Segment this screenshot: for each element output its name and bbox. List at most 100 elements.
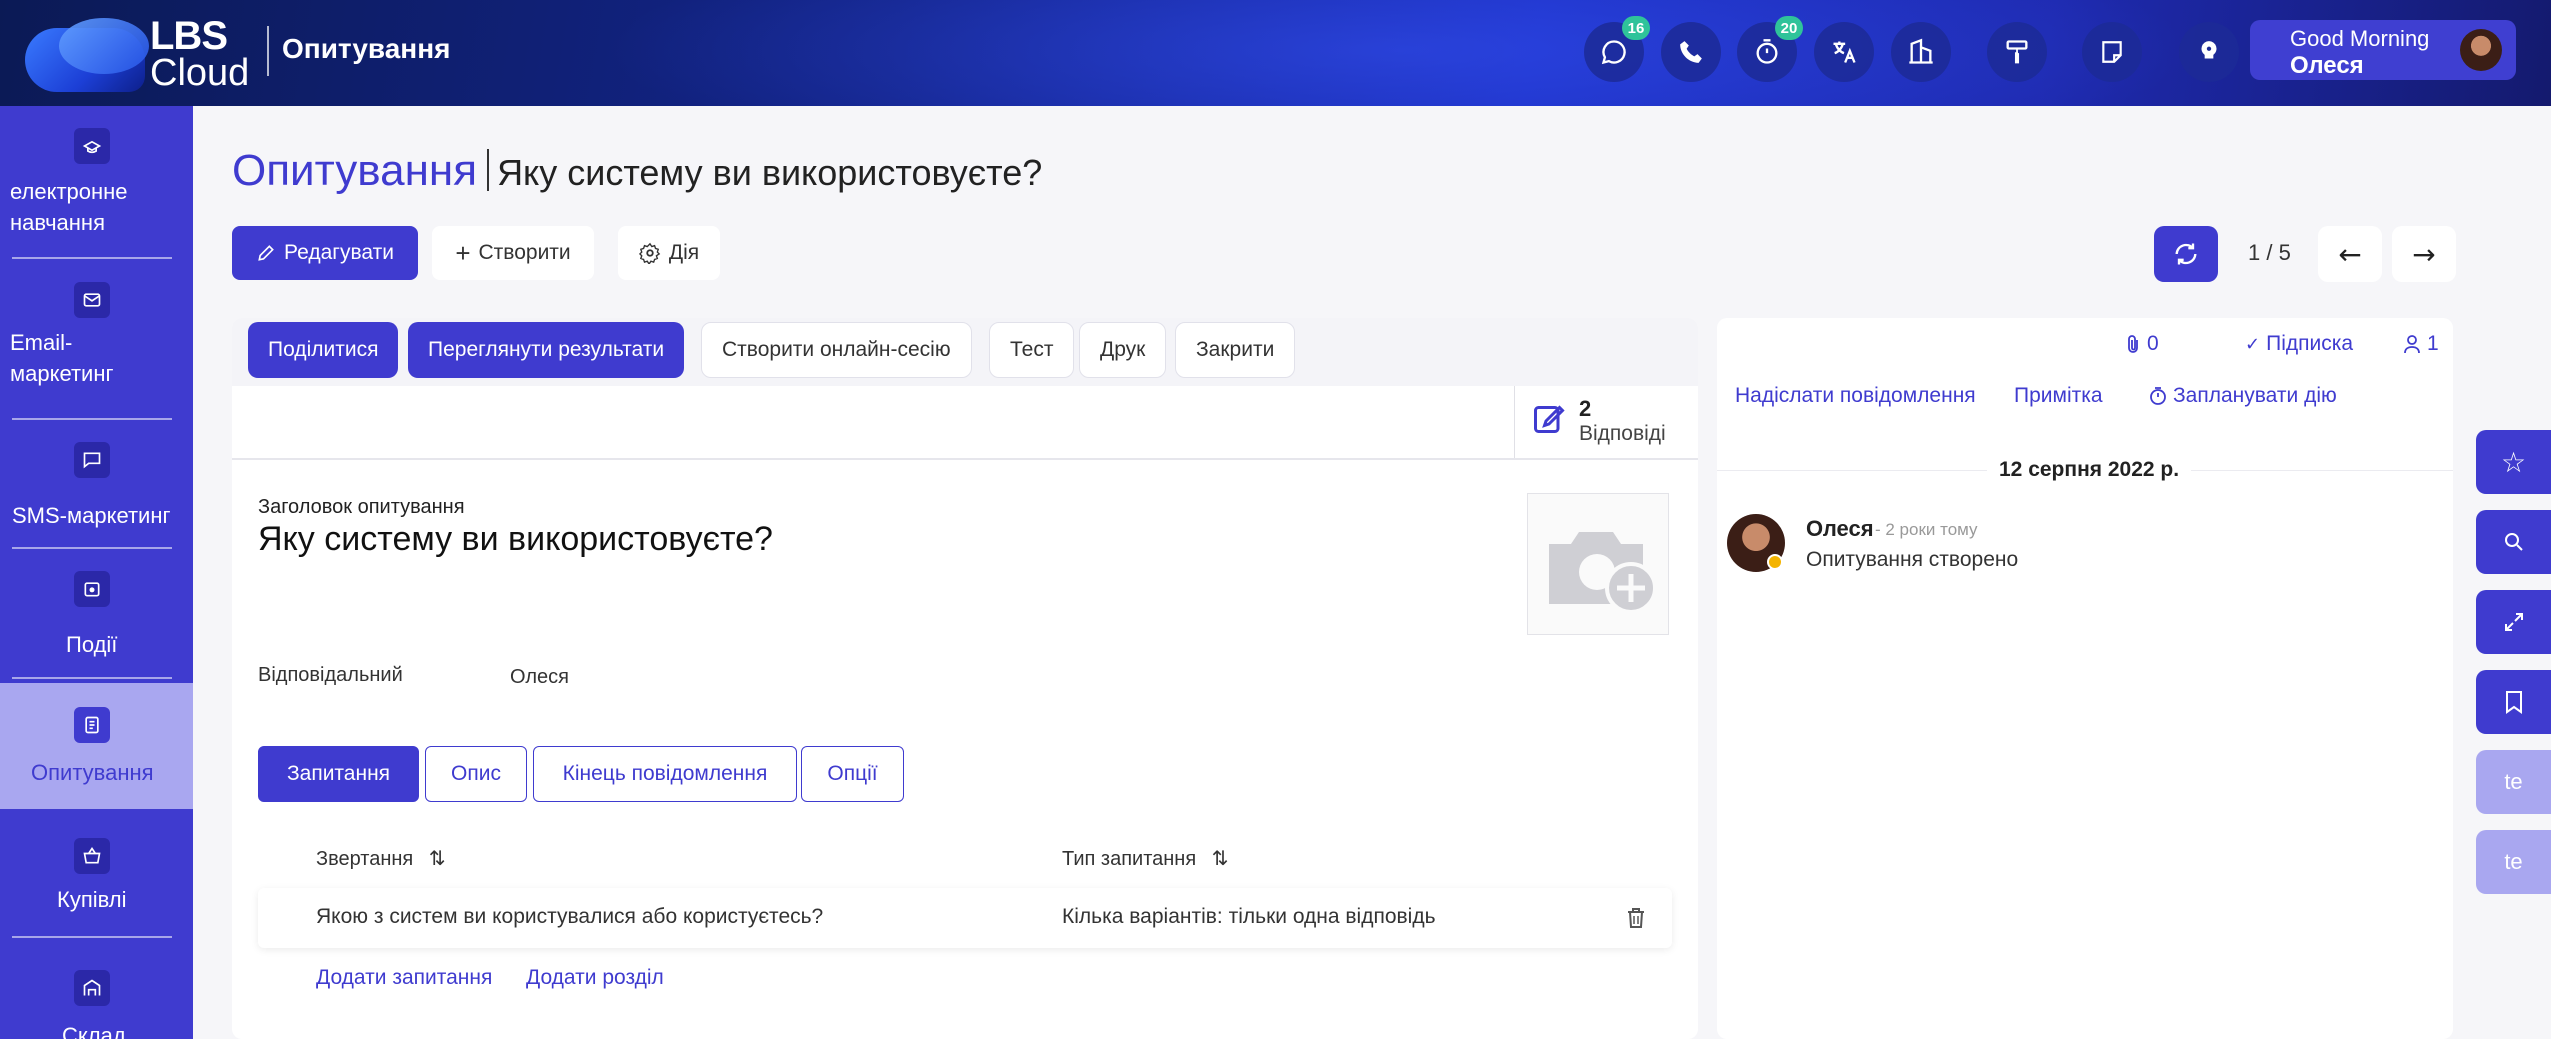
- company-button[interactable]: [1891, 22, 1951, 82]
- title-separator: [267, 26, 269, 76]
- bookmark-button[interactable]: [2476, 670, 2551, 734]
- create-button[interactable]: + Створити: [432, 226, 594, 280]
- edit-answers-icon: [1534, 405, 1565, 433]
- column-header-question[interactable]: Звертання ⇅: [316, 846, 446, 871]
- star-icon: ☆: [2500, 445, 2527, 479]
- add-section-link[interactable]: Додати розділ: [526, 966, 664, 990]
- sidebar-item-label: Склад: [62, 1023, 126, 1039]
- paperclip-icon: [2128, 335, 2138, 353]
- refresh-button[interactable]: [2154, 226, 2218, 282]
- responsible-label: Відповідальний: [258, 664, 403, 686]
- events-icon: [74, 571, 110, 607]
- question-cell: Якою з систем ви користувалися або корис…: [316, 905, 824, 928]
- bookmark-icon: [2505, 691, 2522, 714]
- sidebar-item-purchases[interactable]: Купівлі: [0, 816, 193, 941]
- followers-button[interactable]: 1: [2403, 332, 2439, 356]
- sidebar-item-survey[interactable]: Опитування: [0, 683, 193, 809]
- followers-count: 1: [2427, 332, 2439, 355]
- sms-icon: [74, 442, 110, 478]
- rail-text-button-1[interactable]: te: [2476, 750, 2551, 814]
- chat-button[interactable]: 16: [1584, 16, 1650, 82]
- trash-icon[interactable]: [1626, 907, 1646, 929]
- building-icon: [1909, 38, 1933, 64]
- tab-questions[interactable]: Запитання: [258, 746, 419, 802]
- expand-icon: [2504, 613, 2523, 631]
- elearning-icon: [74, 128, 110, 164]
- edit-button[interactable]: Редагувати: [232, 226, 418, 280]
- person-icon: [2404, 335, 2420, 354]
- notes-button[interactable]: [2082, 22, 2142, 82]
- tips-button[interactable]: [2179, 22, 2239, 82]
- survey-title-field[interactable]: Яку систему ви використовуєте?: [258, 520, 773, 559]
- check-icon: ✓: [2245, 333, 2261, 355]
- sidebar-item-sms-marketing[interactable]: SMS-маркетинг: [0, 420, 193, 545]
- camera-add-icon: [1549, 532, 1657, 614]
- follow-button[interactable]: ✓ Підписка: [2245, 332, 2353, 356]
- table-row[interactable]: Якою з систем ви користувалися або корис…: [258, 888, 1672, 948]
- sidebar-item-email-marketing[interactable]: Email-маркетинг: [0, 259, 193, 404]
- timer-icon: [1756, 39, 1778, 64]
- next-record-button[interactable]: →: [2392, 226, 2456, 282]
- search-button[interactable]: [2476, 510, 2551, 574]
- tab-options[interactable]: Опції: [801, 746, 904, 802]
- send-message-button[interactable]: Надіслати повідомлення: [1735, 384, 1976, 408]
- message-author[interactable]: Олеся: [1806, 516, 1874, 542]
- tab-end-message[interactable]: Кінець повідомлення: [533, 746, 797, 802]
- answers-stat-button[interactable]: 2 Відповіді: [1514, 386, 1698, 458]
- share-button[interactable]: Поділитися: [248, 322, 399, 378]
- create-online-session-button[interactable]: Створити онлайн-сесію: [701, 322, 972, 378]
- logo-text-bottom: Cloud: [150, 52, 250, 94]
- chat-icon: [1601, 40, 1626, 65]
- lbs-cloud-logo[interactable]: LBS Cloud: [25, 14, 255, 94]
- print-button[interactable]: Друк: [1079, 322, 1167, 378]
- date-separator: 12 серпня 2022 р.: [1987, 458, 2192, 482]
- sidebar-item-label: Купівлі: [57, 887, 127, 912]
- paint-roller-icon: [2006, 40, 2028, 64]
- sidebar-item-warehouse[interactable]: Склад: [0, 944, 193, 1039]
- survey-image-upload[interactable]: [1527, 493, 1669, 635]
- question-type-cell: Кілька варіантів: тільки одна відповідь: [1062, 905, 1436, 928]
- timer-button[interactable]: 20: [1737, 16, 1803, 82]
- phone-button[interactable]: [1661, 22, 1721, 82]
- sort-icon: ⇅: [428, 846, 446, 870]
- sidebar-item-elearning[interactable]: електронне навчання: [0, 106, 193, 256]
- sidebar-item-events[interactable]: Події: [0, 549, 193, 674]
- favorite-button[interactable]: ☆: [2476, 430, 2551, 494]
- sidebar-item-label: Опитування: [31, 760, 154, 785]
- status-indicator: [1767, 554, 1783, 570]
- responsible-field[interactable]: Олеся: [510, 666, 569, 689]
- schedule-activity-label: Запланувати дію: [2173, 384, 2337, 407]
- close-button[interactable]: Закрити: [1175, 322, 1296, 378]
- view-results-button[interactable]: Переглянути результати: [408, 322, 685, 378]
- user-menu[interactable]: Good Morning Олеся: [2250, 20, 2516, 80]
- lightbulb-icon: [2201, 41, 2217, 62]
- breadcrumb-current: Яку систему ви використовуєте?: [497, 152, 1043, 193]
- sidebar-item-label: Email-маркетинг: [10, 330, 114, 386]
- survey-title-label: Заголовок опитування: [258, 496, 465, 518]
- column-header-type[interactable]: Тип запитання ⇅: [1062, 846, 1229, 871]
- follow-label: Підписка: [2266, 332, 2354, 355]
- sidebar-divider: [12, 936, 172, 938]
- previous-record-button[interactable]: ←: [2318, 226, 2382, 282]
- app-title: Опитування: [282, 33, 451, 64]
- rail-text-button-2[interactable]: te: [2476, 830, 2551, 894]
- test-button[interactable]: Тест: [989, 322, 1075, 378]
- log-note-button[interactable]: Примітка: [2014, 384, 2103, 408]
- add-question-link[interactable]: Додати запитання: [316, 966, 492, 990]
- breadcrumb-root[interactable]: Опитування: [232, 146, 477, 195]
- attachments-button[interactable]: 0: [2125, 332, 2159, 356]
- column-header-label: Тип запитання: [1062, 848, 1197, 870]
- action-button-label: Дія: [668, 241, 700, 264]
- expand-button[interactable]: [2476, 590, 2551, 654]
- translate-button[interactable]: [1814, 22, 1874, 82]
- logo-cloud-highlight: [59, 18, 149, 74]
- tab-description[interactable]: Опис: [425, 746, 527, 802]
- email-marketing-icon: [74, 282, 110, 318]
- chatter-panel: 0 ✓ Підписка 1 Надіслати повідомлення Пр…: [1717, 318, 2453, 1039]
- action-button[interactable]: Дія: [618, 226, 720, 280]
- theme-button[interactable]: [1987, 22, 2047, 82]
- refresh-icon: [2175, 243, 2197, 265]
- schedule-activity-button[interactable]: Запланувати дію: [2149, 384, 2337, 408]
- sidebar-item-label: SMS-маркетинг: [12, 503, 171, 528]
- avatar: [2460, 29, 2502, 71]
